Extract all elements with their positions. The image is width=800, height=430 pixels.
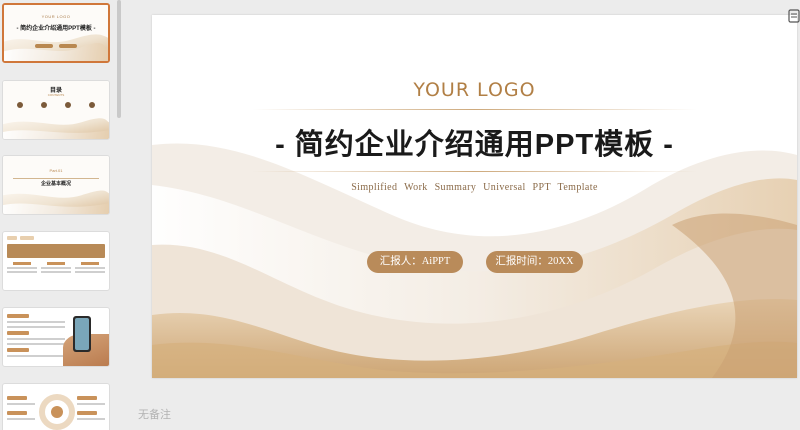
thumbnail-logo: YOUR LOGO (41, 14, 71, 19)
thumbnail-title: 企业基本概况 (40, 181, 71, 187)
thumbnail-scrollbar[interactable] (117, 0, 121, 118)
thumbnail-contents-dots (17, 102, 95, 108)
slide-thumbnail-3[interactable]: Part.01 企业基本概况 (2, 155, 110, 215)
thumbnail-left-block (7, 396, 35, 426)
reporter-badge: 汇报人：AiPPT (367, 251, 463, 273)
thumbnail-pills (4, 44, 108, 48)
bottom-divider (252, 171, 697, 172)
slide-thumbnail-4[interactable] (2, 231, 110, 291)
main-slide[interactable]: YOUR LOGO - 简约企业介绍通用PPT模板 - Simplified W… (152, 15, 797, 378)
thumbnail-ring-graphic (39, 394, 75, 430)
company-logo: YOUR LOGO (413, 79, 536, 101)
slide-thumbnail-panel: YOUR LOGO - 简约企业介绍通用PPT模板 - 目录 CONTENTS … (0, 0, 124, 430)
slide-thumbnail-1[interactable]: YOUR LOGO - 简约企业介绍通用PPT模板 - (2, 3, 110, 63)
phone-image (73, 316, 91, 352)
slide-thumbnail-6[interactable] (2, 383, 110, 430)
thumbnail-title: - 简约企业介绍通用PPT模板 - (16, 26, 96, 32)
thumbnail-text-block (7, 314, 65, 360)
thumbnail-subtitle: CONTENTS (47, 93, 65, 97)
thumbnail-columns (7, 262, 105, 275)
thumbnail-right-block (77, 396, 105, 426)
slide-thumbnail-2[interactable]: 目录 CONTENTS (2, 80, 110, 140)
thumbnail-divider (13, 178, 99, 179)
speaker-notes[interactable]: 无备注 (138, 406, 171, 422)
slide-title: - 简约企业介绍通用PPT模板 - (275, 129, 674, 161)
thumbnail-banner (7, 244, 105, 258)
report-time-badge: 汇报时间：20XX (486, 251, 583, 273)
slide-thumbnail-5[interactable] (2, 307, 110, 367)
top-divider (252, 109, 697, 110)
slide-subtitle: Simplified Work Summary Universal PPT Te… (351, 182, 598, 193)
panel-toggle-icon[interactable] (788, 9, 800, 23)
thumbnail-part-label: Part.01 (49, 168, 63, 173)
thumbnail-header (7, 236, 37, 240)
silk-background (152, 15, 797, 378)
